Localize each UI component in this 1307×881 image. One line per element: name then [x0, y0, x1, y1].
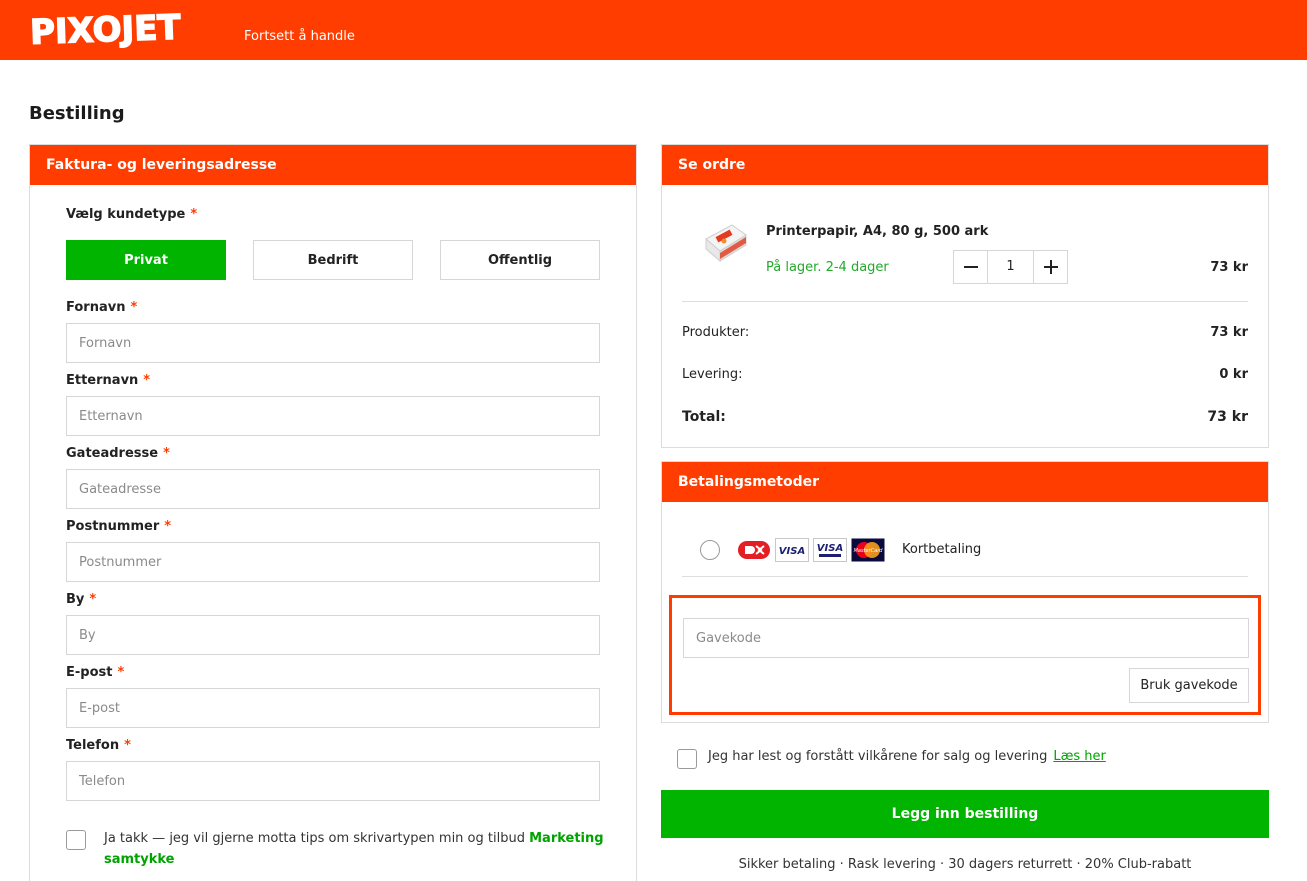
- quantity-stepper: 1: [953, 250, 1068, 284]
- delivery-sum-value: 0 kr: [1219, 367, 1248, 382]
- customer-type-bedrift-button[interactable]: Bedrift: [253, 240, 413, 280]
- phone-label-text: Telefon: [66, 738, 120, 753]
- payment-panel: Betalingsmetoder VISA VISA MasterCard Ko…: [661, 461, 1269, 723]
- pixojet-logo[interactable]: PIXOJET: [28, 8, 196, 48]
- terms-label: Jeg har lest og forstått vilkårene for s…: [708, 749, 1048, 764]
- quantity-value[interactable]: 1: [988, 251, 1033, 283]
- city-input[interactable]: [66, 615, 600, 655]
- customer-type-offentlig-button[interactable]: Offentlig: [440, 240, 600, 280]
- last-name-label: Etternavn *: [66, 373, 150, 388]
- required-marker: *: [130, 300, 138, 315]
- gift-code-input[interactable]: [683, 618, 1249, 658]
- mastercard-text: MasterCard: [854, 548, 884, 554]
- divider: [682, 301, 1248, 302]
- delivery-sum-label: Levering:: [682, 367, 743, 382]
- visa-electron-text: VISA: [817, 543, 843, 554]
- customer-type-label-text: Vælg kundetype: [66, 207, 186, 222]
- apply-gift-code-button[interactable]: Bruk gavekode: [1129, 668, 1249, 703]
- first-name-input[interactable]: [66, 323, 600, 363]
- divider: [682, 576, 1248, 577]
- email-label: E-post *: [66, 665, 124, 680]
- visa-text: VISA: [779, 546, 805, 557]
- mastercard-icon: MasterCard: [851, 538, 885, 562]
- logo-text: PIXOJET: [29, 8, 182, 48]
- phone-label: Telefon *: [66, 738, 131, 753]
- last-name-label-text: Etternavn: [66, 373, 139, 388]
- email-label-text: E-post: [66, 665, 113, 680]
- city-label-text: By: [66, 592, 85, 607]
- product-name[interactable]: Printerpapir, A4, 80 g, 500 ark: [766, 224, 988, 239]
- required-marker: *: [143, 373, 151, 388]
- first-name-label-text: Fornavn: [66, 300, 126, 315]
- plus-icon: [1043, 260, 1058, 274]
- card-payment-radio[interactable]: [700, 540, 720, 560]
- order-panel: Se ordre Printerpapir, A4, 80 g, 500 ark…: [661, 144, 1269, 448]
- products-sum-value: 73 kr: [1210, 325, 1248, 340]
- card-payment-label[interactable]: Kortbetaling: [902, 542, 981, 557]
- gift-code-box: Bruk gavekode: [669, 595, 1261, 715]
- last-name-input[interactable]: [66, 396, 600, 436]
- trust-line: Sikker betaling · Rask levering · 30 dag…: [738, 857, 1192, 872]
- street-label: Gateadresse *: [66, 446, 170, 461]
- place-order-button[interactable]: Legg inn bestilling: [661, 790, 1269, 838]
- payment-panel-title: Betalingsmetoder: [662, 462, 1268, 502]
- visa-electron-icon: VISA: [813, 538, 847, 562]
- email-input[interactable]: [66, 688, 600, 728]
- minus-icon: [963, 266, 978, 268]
- required-marker: *: [190, 207, 198, 222]
- dankort-icon: [738, 541, 770, 559]
- required-marker: *: [163, 446, 170, 461]
- stock-status: På lager. 2-4 dager: [766, 260, 889, 275]
- required-marker: *: [117, 665, 125, 680]
- site-header: PIXOJET Fortsett å handle: [0, 0, 1307, 60]
- postal-code-input[interactable]: [66, 542, 600, 582]
- line-item-price: 73 kr: [1210, 260, 1248, 275]
- consent-text: Ja takk — jeg vil gjerne motta tips om s…: [104, 831, 525, 846]
- terms-checkbox[interactable]: [677, 749, 697, 769]
- order-panel-title: Se ordre: [662, 145, 1268, 185]
- total-value: 73 kr: [1207, 409, 1248, 425]
- marketing-consent-text: Ja takk — jeg vil gjerne motta tips om s…: [104, 828, 604, 870]
- card-logos: VISA VISA MasterCard: [737, 538, 885, 562]
- address-panel-title: Faktura- og leveringsadresse: [30, 145, 636, 185]
- terms-text: Jeg har lest og forstått vilkårene for s…: [708, 749, 1106, 764]
- total-label: Total:: [682, 409, 726, 425]
- address-panel: Faktura- og leveringsadresse Vælg kundet…: [29, 144, 637, 881]
- postal-code-label-text: Postnummer: [66, 519, 160, 534]
- continue-shopping-link[interactable]: Fortsett å handle: [244, 29, 355, 44]
- marketing-consent-checkbox[interactable]: [66, 830, 86, 850]
- required-marker: *: [124, 738, 131, 753]
- customer-type-privat-button[interactable]: Privat: [66, 240, 226, 280]
- city-label: By *: [66, 592, 96, 607]
- required-marker: *: [89, 592, 97, 607]
- first-name-label: Fornavn *: [66, 300, 137, 315]
- products-sum-label: Produkter:: [682, 325, 750, 340]
- street-input[interactable]: [66, 469, 600, 509]
- postal-code-label: Postnummer *: [66, 519, 171, 534]
- visa-icon: VISA: [775, 538, 809, 562]
- decrease-quantity-button[interactable]: [954, 251, 988, 283]
- phone-input[interactable]: [66, 761, 600, 801]
- street-label-text: Gateadresse: [66, 446, 159, 461]
- required-marker: *: [164, 519, 172, 534]
- page-title: Bestilling: [29, 103, 125, 124]
- terms-link[interactable]: Læs her: [1053, 749, 1106, 764]
- customer-type-label: Vælg kundetype *: [66, 207, 197, 222]
- increase-quantity-button[interactable]: [1033, 251, 1067, 283]
- paper-ream-icon: [705, 224, 747, 263]
